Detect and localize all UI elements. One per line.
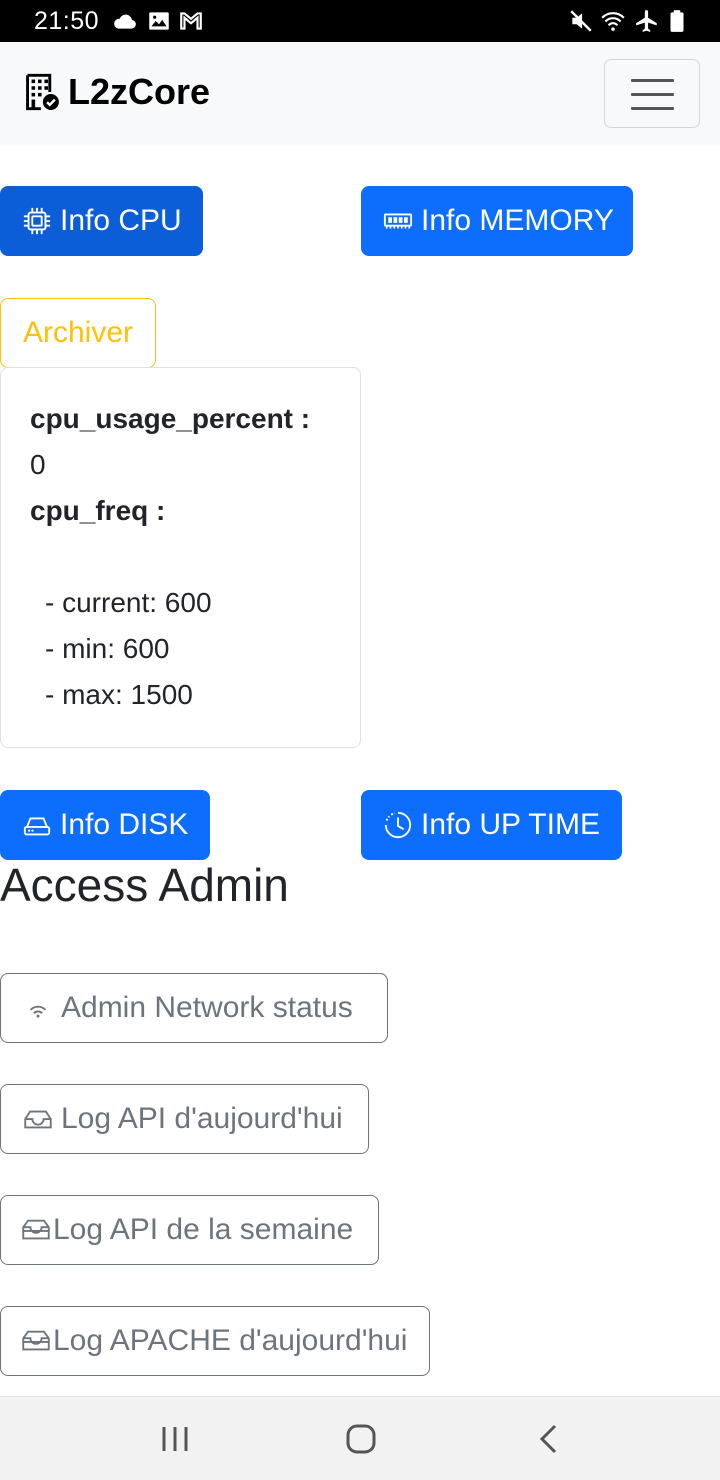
back-icon[interactable] [530, 1419, 570, 1459]
cpu-usage-label: cpu_usage_percent : [30, 403, 311, 434]
info-disk-button[interactable]: Info DISK [0, 790, 210, 860]
log-apache-today-label: Log APACHE d'aujourd'hui [53, 1324, 408, 1357]
info-memory-button[interactable]: Info MEMORY [361, 186, 633, 256]
access-admin-title: Access Admin [0, 859, 289, 911]
status-bar: 21:50 [0, 0, 720, 42]
image-icon [146, 8, 172, 34]
mute-icon [568, 8, 594, 34]
cpu-freq-max: - max: 1500 [45, 679, 193, 710]
hamburger-icon-line [631, 93, 674, 96]
info-cpu-label: Info CPU [60, 204, 182, 237]
hamburger-icon [631, 79, 674, 82]
info-memory-label: Info MEMORY [421, 204, 614, 237]
archiver-button[interactable]: Archiver [0, 298, 156, 368]
inboxes-icon [21, 1326, 51, 1356]
hdd-icon [22, 810, 52, 840]
hamburger-icon-line [631, 107, 674, 110]
cpu-freq-current: - current: 600 [45, 587, 212, 618]
airplane-icon [634, 8, 660, 34]
home-icon[interactable] [341, 1419, 381, 1459]
archiver-label: Archiver [23, 316, 134, 349]
log-api-today-label: Log API d'aujourd'hui [61, 1102, 343, 1135]
status-time: 21:50 [34, 7, 100, 35]
cpu-freq-min: - min: 600 [45, 633, 170, 664]
info-cpu-button[interactable]: Info CPU [0, 186, 203, 256]
battery-icon [664, 8, 690, 34]
cpu-info-body: cpu_usage_percent : 0 cpu_freq : - curre… [30, 396, 310, 718]
system-navigation-bar [0, 1396, 720, 1480]
cpu-usage-value: 0 [30, 449, 46, 480]
inbox-icon [23, 1104, 53, 1134]
info-uptime-button[interactable]: Info UP TIME [361, 790, 622, 860]
navbar-toggler-button[interactable] [604, 59, 700, 128]
log-api-week-label: Log API de la semaine [53, 1213, 354, 1246]
admin-network-status-button[interactable]: Admin Network status [0, 973, 388, 1043]
info-disk-label: Info DISK [60, 808, 189, 841]
log-api-week-button[interactable]: Log API de la semaine [0, 1195, 379, 1265]
cpu-info-card: cpu_usage_percent : 0 cpu_freq : - curre… [0, 367, 361, 748]
log-api-today-button[interactable]: Log API d'aujourd'hui [0, 1084, 369, 1154]
wifi-icon [23, 993, 53, 1023]
gmail-icon [178, 8, 204, 34]
admin-network-status-label: Admin Network status [61, 991, 353, 1024]
cloud-icon [112, 8, 138, 34]
navbar-brand[interactable]: L2zCore [24, 69, 210, 115]
wifi-icon [600, 8, 626, 34]
brand-name: L2zCore [68, 71, 211, 112]
navbar: L2zCore [0, 42, 720, 145]
inboxes-icon [21, 1215, 51, 1245]
log-apache-today-button[interactable]: Log APACHE d'aujourd'hui [0, 1306, 430, 1376]
recent-apps-icon[interactable] [155, 1419, 195, 1459]
info-uptime-label: Info UP TIME [421, 808, 600, 841]
cpu-freq-label: cpu_freq : [30, 495, 166, 526]
memory-icon [383, 206, 413, 236]
cpu-freq-spacer [30, 534, 310, 580]
clock-history-icon [383, 810, 413, 840]
building-check-icon [24, 72, 60, 112]
cpu-icon [22, 206, 52, 236]
